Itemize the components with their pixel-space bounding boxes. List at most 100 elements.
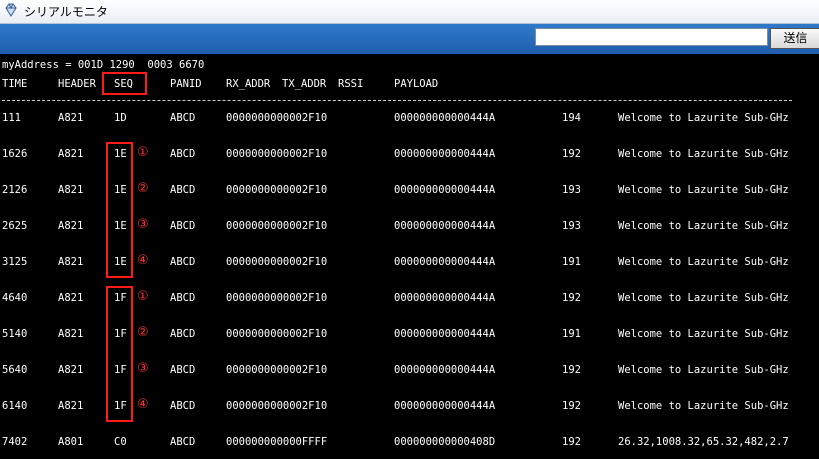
row-rx-addr: 0000000000002F10 [226,364,328,376]
row-rssi: 191 [562,328,581,340]
row-header: A821 [58,292,84,304]
row-panid: ABCD [170,364,196,376]
row-payload: 26.32,1008.32,65.32,482,2.7 [618,436,789,448]
circled-number-annotation: ② [137,181,149,196]
window-title: シリアルモニタ [24,5,108,19]
circled-number-annotation: ① [137,289,149,304]
row-time: 1626 [2,148,28,160]
row-seq: C0 [114,436,127,448]
row-rx-addr: 0000000000002F10 [226,184,328,196]
send-input[interactable] [535,28,768,46]
row-header: A821 [58,184,84,196]
title-bar: シリアルモニタ [0,0,819,24]
row-header: A821 [58,400,84,412]
row-payload: Welcome to Lazurite Sub-GHz [618,256,789,268]
row-tx-addr: 000000000000444A [394,184,496,196]
row-time: 2126 [2,184,28,196]
row-rssi: 193 [562,184,581,196]
row-seq: 1F [114,400,127,412]
row-seq: 1E [114,256,127,268]
circled-number-annotation: ② [137,325,149,340]
row-seq: 1E [114,148,127,160]
row-panid: ABCD [170,328,196,340]
row-rssi: 192 [562,292,581,304]
row-payload: Welcome to Lazurite Sub-GHz [618,220,789,232]
row-panid: ABCD [170,184,196,196]
row-tx-addr: 000000000000444A [394,112,496,124]
row-rssi: 192 [562,148,581,160]
circled-number-annotation: ① [137,145,149,160]
row-rx-addr: 000000000000FFFF [226,436,328,448]
row-seq: 1F [114,328,127,340]
header-payload: PAYLOAD [394,78,439,90]
row-rx-addr: 0000000000002F10 [226,112,328,124]
header-divider [2,100,792,101]
circled-number-annotation: ④ [137,253,149,268]
row-tx-addr: 000000000000444A [394,292,496,304]
row-seq: 1E [114,184,127,196]
row-tx-addr: 000000000000444A [394,148,496,160]
header-tx-addr: TX_ADDR [282,78,327,90]
header-panid: PANID [170,78,202,90]
row-time: 3125 [2,256,28,268]
row-payload: Welcome to Lazurite Sub-GHz [618,364,789,376]
row-tx-addr: 000000000000408D [394,436,496,448]
row-panid: ABCD [170,112,196,124]
row-time: 2625 [2,220,28,232]
row-time: 4640 [2,292,28,304]
row-header: A821 [58,364,84,376]
row-seq: 1F [114,292,127,304]
row-header: A821 [58,256,84,268]
gem-icon [5,3,17,17]
row-rssi: 192 [562,364,581,376]
row-seq: 1E [114,220,127,232]
row-header: A801 [58,436,84,448]
row-header: A821 [58,328,84,340]
row-rx-addr: 0000000000002F10 [226,220,328,232]
row-rx-addr: 0000000000002F10 [226,328,328,340]
row-header: A821 [58,148,84,160]
row-header: A821 [58,220,84,232]
row-rx-addr: 0000000000002F10 [226,256,328,268]
row-panid: ABCD [170,400,196,412]
row-header: A821 [58,112,84,124]
row-tx-addr: 000000000000444A [394,364,496,376]
row-payload: Welcome to Lazurite Sub-GHz [618,400,789,412]
row-time: 6140 [2,400,28,412]
row-payload: Welcome to Lazurite Sub-GHz [618,184,789,196]
row-panid: ABCD [170,256,196,268]
header-header: HEADER [58,78,96,90]
row-rx-addr: 0000000000002F10 [226,148,328,160]
row-rssi: 191 [562,256,581,268]
row-rssi: 194 [562,112,581,124]
row-seq: 1D [114,112,127,124]
row-panid: ABCD [170,148,196,160]
header-time: TIME [2,78,28,90]
row-panid: ABCD [170,436,196,448]
circled-number-annotation: ④ [137,397,149,412]
row-rssi: 192 [562,400,581,412]
row-panid: ABCD [170,292,196,304]
row-time: 5140 [2,328,28,340]
row-seq: 1F [114,364,127,376]
row-rx-addr: 0000000000002F10 [226,292,328,304]
row-panid: ABCD [170,220,196,232]
row-payload: Welcome to Lazurite Sub-GHz [618,148,789,160]
seq-header-highlight [102,72,147,95]
header-rssi: RSSI [338,78,364,90]
row-payload: Welcome to Lazurite Sub-GHz [618,292,789,304]
row-time: 5640 [2,364,28,376]
circled-number-annotation: ③ [137,217,149,232]
row-tx-addr: 000000000000444A [394,220,496,232]
row-time: 111 [2,112,21,124]
row-tx-addr: 000000000000444A [394,400,496,412]
row-rssi: 193 [562,220,581,232]
address-line: myAddress = 001D 1290 0003 6670 [2,59,205,71]
row-tx-addr: 000000000000444A [394,256,496,268]
row-rx-addr: 0000000000002F10 [226,400,328,412]
row-payload: Welcome to Lazurite Sub-GHz [618,328,789,340]
circled-number-annotation: ③ [137,361,149,376]
serial-console: myAddress = 001D 1290 0003 6670 TIME HEA… [0,54,819,459]
send-button[interactable]: 送信 [770,28,819,49]
row-tx-addr: 000000000000444A [394,328,496,340]
